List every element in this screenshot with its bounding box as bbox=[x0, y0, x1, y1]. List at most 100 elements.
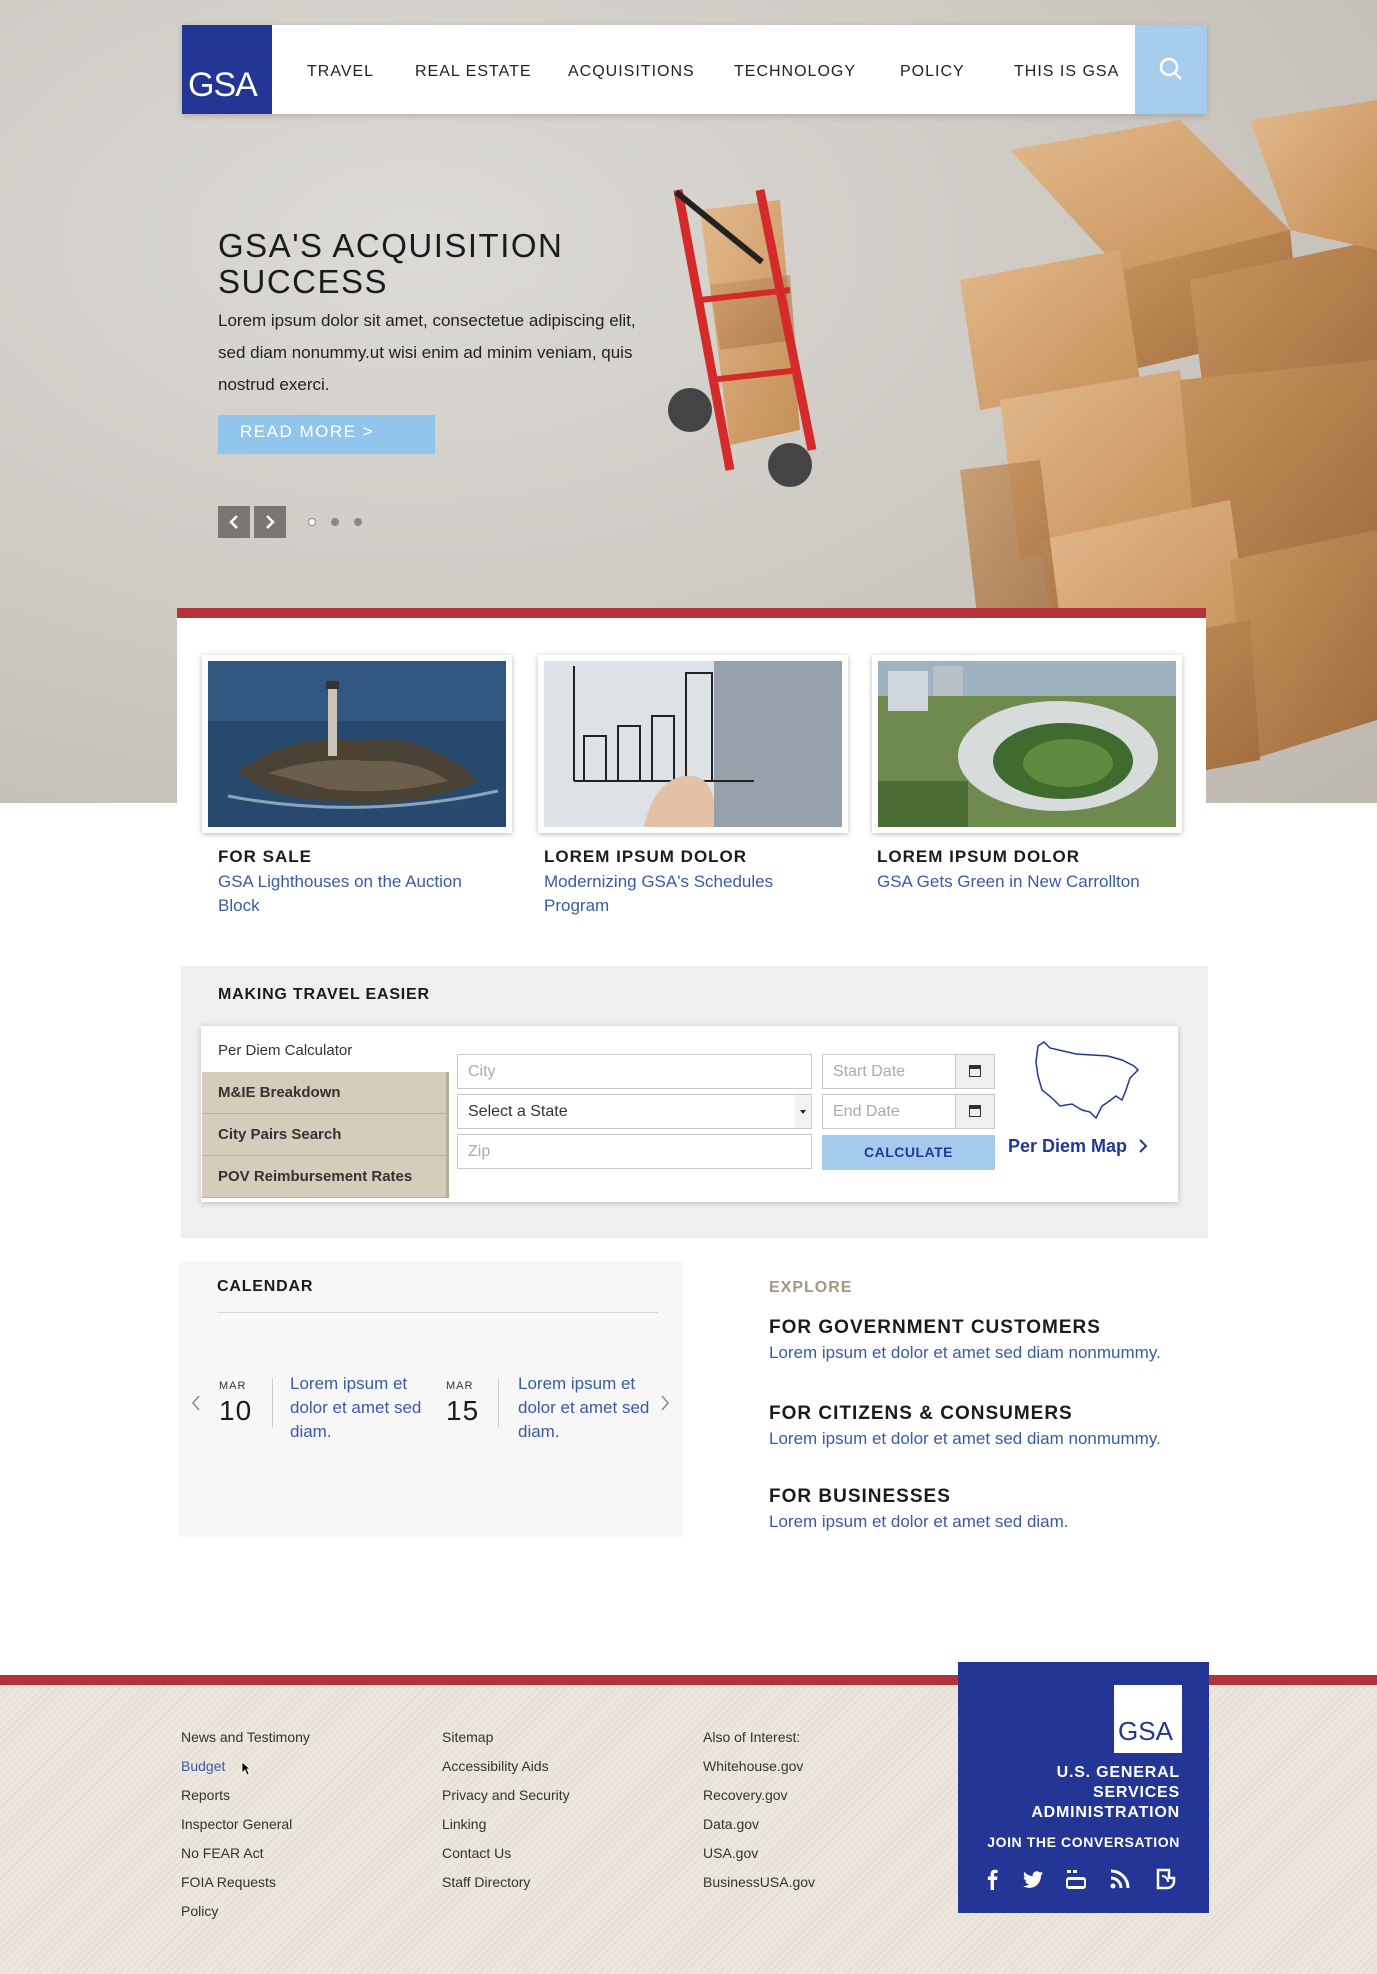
footer-column-label: Also of Interest: bbox=[703, 1729, 801, 1745]
nav-technology[interactable]: TECHNOLOGY bbox=[734, 25, 856, 114]
section-divider bbox=[177, 608, 1206, 618]
footer-link[interactable]: Linking bbox=[442, 1816, 486, 1832]
mouse-cursor-icon bbox=[241, 1761, 251, 1776]
explore-link[interactable]: Lorem ipsum et dolor et amet sed diam no… bbox=[769, 1343, 1161, 1363]
search-button[interactable] bbox=[1135, 25, 1207, 114]
hero-description: Lorem ipsum dolor sit amet, consectetue … bbox=[218, 311, 636, 394]
nav-policy[interactable]: POLICY bbox=[900, 25, 965, 114]
nav-real-estate[interactable]: REAL ESTATE bbox=[415, 25, 532, 114]
calculate-button[interactable]: CALCULATE bbox=[822, 1135, 995, 1170]
logo-text: GSA bbox=[188, 66, 258, 104]
explore-heading[interactable]: FOR GOVERNMENT CUSTOMERS bbox=[769, 1317, 1101, 1339]
slide-dot-3[interactable] bbox=[354, 518, 362, 526]
facebook-icon[interactable] bbox=[980, 1866, 1006, 1892]
tab-pov-reimbursement[interactable]: POV Reimbursement Rates bbox=[202, 1156, 449, 1198]
us-map-icon[interactable] bbox=[1030, 1040, 1142, 1122]
slide-dot-1[interactable] bbox=[308, 518, 316, 526]
state-select-value: Select a State bbox=[468, 1103, 568, 1120]
explore-heading[interactable]: FOR CITIZENS & CONSUMERS bbox=[769, 1403, 1073, 1425]
footer-link[interactable]: Sitemap bbox=[442, 1729, 493, 1745]
feature-category: FOR SALE bbox=[218, 847, 312, 866]
start-date-input[interactable]: Start Date bbox=[822, 1054, 956, 1089]
explore-link[interactable]: Lorem ipsum et dolor et amet sed diam. bbox=[769, 1512, 1069, 1532]
chart-drawing-image bbox=[544, 661, 842, 827]
chevron-right-icon bbox=[661, 1395, 669, 1411]
per-diem-map-link[interactable]: Per Diem Map bbox=[1008, 1136, 1148, 1157]
feature-image-campus[interactable] bbox=[872, 655, 1182, 833]
chevron-right-icon bbox=[266, 515, 275, 529]
footer-link[interactable]: BusinessUSA.gov bbox=[703, 1874, 815, 1890]
footer-link[interactable]: Policy bbox=[181, 1903, 218, 1919]
feature-category: LOREM IPSUM DOLOR bbox=[544, 847, 748, 866]
agency-name: U.S. GENERAL SERVICES ADMINISTRATION bbox=[1031, 1764, 1180, 1821]
end-date-input[interactable]: End Date bbox=[822, 1094, 956, 1129]
read-more-button[interactable]: READ MORE > bbox=[218, 415, 435, 454]
calendar-icon bbox=[969, 1065, 981, 1077]
state-select[interactable]: Select a State bbox=[457, 1094, 812, 1129]
main-navigation: GSA TRAVEL REAL ESTATE ACQUISITIONS TECH… bbox=[182, 25, 1207, 114]
footer-link[interactable]: Data.gov bbox=[703, 1816, 759, 1832]
event-separator bbox=[498, 1378, 499, 1428]
feature-category: LOREM IPSUM DOLOR bbox=[877, 847, 1081, 866]
event-month: MAR bbox=[219, 1380, 247, 1392]
event-link[interactable]: Lorem ipsum et dolor et amet sed diam. bbox=[518, 1372, 658, 1444]
footer-link[interactable]: Reports bbox=[181, 1787, 230, 1803]
chevron-left-icon bbox=[229, 515, 238, 529]
calendar-divider bbox=[217, 1312, 658, 1313]
tab-per-diem-calculator[interactable]: Per Diem Calculator bbox=[202, 1030, 449, 1072]
slider-next-button[interactable] bbox=[254, 506, 286, 538]
nav-travel[interactable]: TRAVEL bbox=[307, 25, 374, 114]
explore-label: EXPLORE bbox=[769, 1279, 853, 1296]
feature-link[interactable]: GSA Lighthouses on the Auction Block bbox=[218, 870, 508, 918]
lighthouse-image bbox=[208, 661, 506, 827]
tab-mie-breakdown[interactable]: M&IE Breakdown bbox=[202, 1072, 449, 1114]
chevron-down-icon bbox=[795, 1095, 811, 1128]
feature-image-lighthouse[interactable] bbox=[202, 655, 512, 833]
calendar-title: CALENDAR bbox=[217, 1278, 314, 1295]
footer-logo-text: GSA bbox=[1118, 1716, 1173, 1746]
blog-icon[interactable] bbox=[1153, 1866, 1179, 1892]
tab-city-pairs-search[interactable]: City Pairs Search bbox=[202, 1114, 449, 1156]
feature-link[interactable]: Modernizing GSA's Schedules Program bbox=[544, 870, 834, 918]
chevron-left-icon bbox=[192, 1395, 200, 1411]
calendar-prev-arrow[interactable] bbox=[191, 1394, 201, 1417]
city-input[interactable]: City bbox=[457, 1054, 812, 1089]
slider-prev-button[interactable] bbox=[218, 506, 250, 538]
event-link[interactable]: Lorem ipsum et dolor et amet sed diam. bbox=[290, 1372, 430, 1444]
event-month: MAR bbox=[446, 1380, 474, 1392]
footer-link[interactable]: Whitehouse.gov bbox=[703, 1758, 803, 1774]
per-diem-map-label: Per Diem Map bbox=[1008, 1136, 1128, 1156]
event-separator bbox=[272, 1378, 273, 1428]
start-date-picker[interactable] bbox=[955, 1054, 995, 1089]
slide-dot-2[interactable] bbox=[331, 518, 339, 526]
footer-link[interactable]: Budget bbox=[181, 1758, 225, 1774]
footer-link[interactable]: Staff Directory bbox=[442, 1874, 530, 1890]
footer-link[interactable]: News and Testimony bbox=[181, 1729, 310, 1745]
explore-heading[interactable]: FOR BUSINESSES bbox=[769, 1486, 951, 1508]
youtube-icon[interactable] bbox=[1063, 1866, 1089, 1892]
feature-image-chart[interactable] bbox=[538, 655, 848, 833]
footer-link[interactable]: USA.gov bbox=[703, 1845, 758, 1861]
zip-input[interactable]: Zip bbox=[457, 1134, 812, 1169]
twitter-icon[interactable] bbox=[1020, 1866, 1046, 1892]
search-icon bbox=[1159, 57, 1182, 80]
event-day: 15 bbox=[446, 1395, 480, 1426]
footer-link[interactable]: Accessibility Aids bbox=[442, 1758, 549, 1774]
footer-link[interactable]: Inspector General bbox=[181, 1816, 292, 1832]
calendar-next-arrow[interactable] bbox=[660, 1394, 670, 1417]
footer-link[interactable]: FOIA Requests bbox=[181, 1874, 276, 1890]
footer-link[interactable]: Contact Us bbox=[442, 1845, 511, 1861]
explore-link[interactable]: Lorem ipsum et dolor et amet sed diam no… bbox=[769, 1429, 1161, 1449]
travel-title: MAKING TRAVEL EASIER bbox=[218, 986, 430, 1003]
gsa-logo[interactable]: GSA bbox=[182, 25, 272, 114]
footer-link[interactable]: Recovery.gov bbox=[703, 1787, 788, 1803]
nav-acquisitions[interactable]: ACQUISITIONS bbox=[568, 25, 695, 114]
feature-link[interactable]: GSA Gets Green in New Carrollton bbox=[877, 870, 1177, 894]
footer-link[interactable]: No FEAR Act bbox=[181, 1845, 263, 1861]
end-date-picker[interactable] bbox=[955, 1094, 995, 1129]
event-day: 10 bbox=[219, 1395, 253, 1426]
footer-gsa-logo[interactable]: GSA bbox=[1114, 1685, 1182, 1753]
footer-link[interactable]: Privacy and Security bbox=[442, 1787, 570, 1803]
nav-this-is-gsa[interactable]: THIS IS GSA bbox=[1014, 25, 1119, 114]
rss-icon[interactable] bbox=[1107, 1866, 1133, 1892]
